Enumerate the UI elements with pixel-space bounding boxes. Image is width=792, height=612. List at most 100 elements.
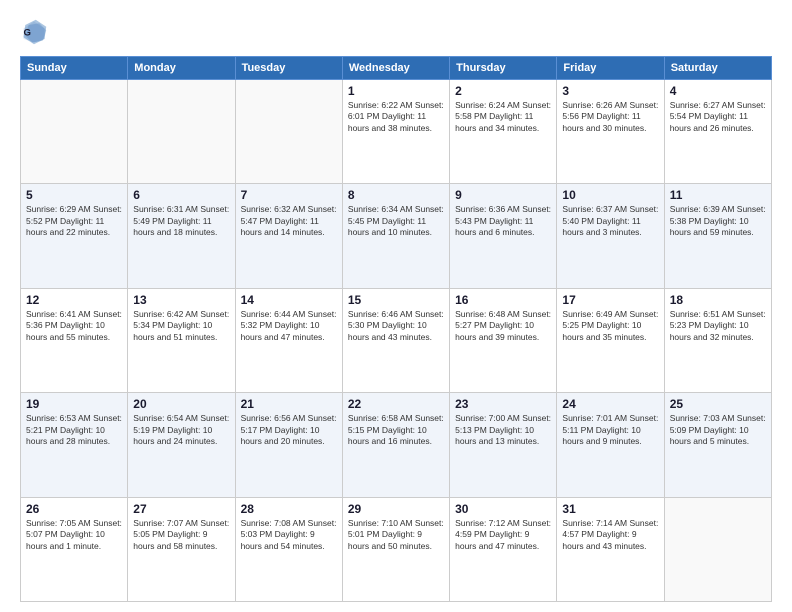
day-info: Sunrise: 7:00 AM Sunset: 5:13 PM Dayligh… <box>455 413 551 447</box>
day-number: 11 <box>670 188 766 202</box>
day-number: 20 <box>133 397 229 411</box>
calendar-cell: 16 Sunrise: 6:48 AM Sunset: 5:27 PM Dayli… <box>450 288 557 392</box>
logo-icon: G <box>20 18 48 46</box>
calendar-cell: 6Sunrise: 6:31 AM Sunset: 5:49 PM Daylig… <box>128 184 235 288</box>
day-info: Sunrise: 6:27 AM Sunset: 5:54 PM Dayligh… <box>670 100 766 134</box>
calendar-cell: 31 Sunrise: 7:14 AM Sunset: 4:57 PM Dayli… <box>557 497 664 601</box>
logo: G <box>20 18 52 46</box>
day-number: 2 <box>455 84 551 98</box>
calendar-week-row: 26 Sunrise: 7:05 AM Sunset: 5:07 PM Dayli… <box>21 497 772 601</box>
day-info: Sunrise: 6:31 AM Sunset: 5:49 PM Dayligh… <box>133 204 229 238</box>
day-info: Sunrise: 6:37 AM Sunset: 5:40 PM Dayligh… <box>562 204 658 238</box>
day-info: Sunrise: 6:56 AM Sunset: 5:17 PM Dayligh… <box>241 413 337 447</box>
calendar-cell: 5 Sunrise: 6:29 AM Sunset: 5:52 PM Daylig… <box>21 184 128 288</box>
weekday-header-sunday: Sunday <box>21 57 128 80</box>
calendar-cell: 1 Sunrise: 6:22 AM Sunset: 6:01 PM Daylig… <box>342 80 449 184</box>
calendar-cell: 12 Sunrise: 6:41 AM Sunset: 5:36 PM Dayli… <box>21 288 128 392</box>
day-info: Sunrise: 6:36 AM Sunset: 5:43 PM Dayligh… <box>455 204 551 238</box>
calendar-cell <box>128 80 235 184</box>
day-info: Sunrise: 7:14 AM Sunset: 4:57 PM Dayligh… <box>562 518 658 552</box>
day-number: 17 <box>562 293 658 307</box>
calendar-cell <box>21 80 128 184</box>
day-number: 26 <box>26 502 122 516</box>
calendar-cell: 4 Sunrise: 6:27 AM Sunset: 5:54 PM Daylig… <box>664 80 771 184</box>
day-number: 30 <box>455 502 551 516</box>
weekday-header-friday: Friday <box>557 57 664 80</box>
day-number: 12 <box>26 293 122 307</box>
calendar-cell: 28Sunrise: 7:08 AM Sunset: 5:03 PM Dayli… <box>235 497 342 601</box>
calendar-cell: 7Sunrise: 6:32 AM Sunset: 5:47 PM Daylig… <box>235 184 342 288</box>
calendar-cell: 20 Sunrise: 6:54 AM Sunset: 5:19 PM Dayli… <box>128 393 235 497</box>
day-info: Sunrise: 6:29 AM Sunset: 5:52 PM Dayligh… <box>26 204 122 238</box>
day-number: 4 <box>670 84 766 98</box>
calendar-cell: 30 Sunrise: 7:12 AM Sunset: 4:59 PM Dayli… <box>450 497 557 601</box>
page: G SundayMondayTuesdayWednesdayThursdayFr… <box>0 0 792 612</box>
day-info: Sunrise: 6:22 AM Sunset: 6:01 PM Dayligh… <box>348 100 444 134</box>
day-info: Sunrise: 6:58 AM Sunset: 5:15 PM Dayligh… <box>348 413 444 447</box>
day-number: 16 <box>455 293 551 307</box>
calendar-week-row: 19 Sunrise: 6:53 AM Sunset: 5:21 PM Dayli… <box>21 393 772 497</box>
calendar-week-row: 12 Sunrise: 6:41 AM Sunset: 5:36 PM Dayli… <box>21 288 772 392</box>
calendar-week-row: 5 Sunrise: 6:29 AM Sunset: 5:52 PM Daylig… <box>21 184 772 288</box>
day-info: Sunrise: 7:10 AM Sunset: 5:01 PM Dayligh… <box>348 518 444 552</box>
calendar-cell: 29 Sunrise: 7:10 AM Sunset: 5:01 PM Dayli… <box>342 497 449 601</box>
calendar-cell: 15Sunrise: 6:46 AM Sunset: 5:30 PM Dayli… <box>342 288 449 392</box>
day-info: Sunrise: 6:26 AM Sunset: 5:56 PM Dayligh… <box>562 100 658 134</box>
header: G <box>20 18 772 46</box>
calendar-cell: 11 Sunrise: 6:39 AM Sunset: 5:38 PM Dayli… <box>664 184 771 288</box>
day-info: Sunrise: 6:24 AM Sunset: 5:58 PM Dayligh… <box>455 100 551 134</box>
day-number: 23 <box>455 397 551 411</box>
day-info: Sunrise: 6:54 AM Sunset: 5:19 PM Dayligh… <box>133 413 229 447</box>
day-info: Sunrise: 6:41 AM Sunset: 5:36 PM Dayligh… <box>26 309 122 343</box>
weekday-header-saturday: Saturday <box>664 57 771 80</box>
calendar-cell: 18 Sunrise: 6:51 AM Sunset: 5:23 PM Dayli… <box>664 288 771 392</box>
day-number: 25 <box>670 397 766 411</box>
calendar-cell: 19 Sunrise: 6:53 AM Sunset: 5:21 PM Dayli… <box>21 393 128 497</box>
calendar-cell: 22 Sunrise: 6:58 AM Sunset: 5:15 PM Dayli… <box>342 393 449 497</box>
day-info: Sunrise: 6:51 AM Sunset: 5:23 PM Dayligh… <box>670 309 766 343</box>
calendar-cell: 2 Sunrise: 6:24 AM Sunset: 5:58 PM Daylig… <box>450 80 557 184</box>
calendar-cell <box>664 497 771 601</box>
svg-text:G: G <box>24 28 31 39</box>
weekday-header-wednesday: Wednesday <box>342 57 449 80</box>
day-info: Sunrise: 7:01 AM Sunset: 5:11 PM Dayligh… <box>562 413 658 447</box>
day-number: 21 <box>241 397 337 411</box>
calendar-cell: 26 Sunrise: 7:05 AM Sunset: 5:07 PM Dayli… <box>21 497 128 601</box>
day-info: Sunrise: 6:53 AM Sunset: 5:21 PM Dayligh… <box>26 413 122 447</box>
day-number: 10 <box>562 188 658 202</box>
weekday-header-tuesday: Tuesday <box>235 57 342 80</box>
calendar-cell: 8 Sunrise: 6:34 AM Sunset: 5:45 PM Daylig… <box>342 184 449 288</box>
day-number: 18 <box>670 293 766 307</box>
day-number: 24 <box>562 397 658 411</box>
day-number: 29 <box>348 502 444 516</box>
day-info: Sunrise: 6:44 AM Sunset: 5:32 PM Dayligh… <box>241 309 337 343</box>
day-number: 8 <box>348 188 444 202</box>
day-info: Sunrise: 7:05 AM Sunset: 5:07 PM Dayligh… <box>26 518 122 552</box>
weekday-header-monday: Monday <box>128 57 235 80</box>
weekday-header-row: SundayMondayTuesdayWednesdayThursdayFrid… <box>21 57 772 80</box>
calendar-cell: 13Sunrise: 6:42 AM Sunset: 5:34 PM Dayli… <box>128 288 235 392</box>
calendar-cell: 3Sunrise: 6:26 AM Sunset: 5:56 PM Daylig… <box>557 80 664 184</box>
day-number: 28 <box>241 502 337 516</box>
day-number: 5 <box>26 188 122 202</box>
calendar-table: SundayMondayTuesdayWednesdayThursdayFrid… <box>20 56 772 602</box>
day-info: Sunrise: 7:07 AM Sunset: 5:05 PM Dayligh… <box>133 518 229 552</box>
calendar-cell: 27Sunrise: 7:07 AM Sunset: 5:05 PM Dayli… <box>128 497 235 601</box>
day-info: Sunrise: 7:03 AM Sunset: 5:09 PM Dayligh… <box>670 413 766 447</box>
day-number: 1 <box>348 84 444 98</box>
calendar-cell <box>235 80 342 184</box>
day-info: Sunrise: 6:34 AM Sunset: 5:45 PM Dayligh… <box>348 204 444 238</box>
day-info: Sunrise: 6:48 AM Sunset: 5:27 PM Dayligh… <box>455 309 551 343</box>
calendar-cell: 21 Sunrise: 6:56 AM Sunset: 5:17 PM Dayli… <box>235 393 342 497</box>
day-number: 19 <box>26 397 122 411</box>
calendar-cell: 10 Sunrise: 6:37 AM Sunset: 5:40 PM Dayli… <box>557 184 664 288</box>
day-number: 15 <box>348 293 444 307</box>
day-number: 22 <box>348 397 444 411</box>
weekday-header-thursday: Thursday <box>450 57 557 80</box>
day-info: Sunrise: 7:12 AM Sunset: 4:59 PM Dayligh… <box>455 518 551 552</box>
calendar-cell: 9Sunrise: 6:36 AM Sunset: 5:43 PM Daylig… <box>450 184 557 288</box>
day-number: 31 <box>562 502 658 516</box>
day-info: Sunrise: 6:39 AM Sunset: 5:38 PM Dayligh… <box>670 204 766 238</box>
calendar-week-row: 1 Sunrise: 6:22 AM Sunset: 6:01 PM Daylig… <box>21 80 772 184</box>
calendar-cell: 25 Sunrise: 7:03 AM Sunset: 5:09 PM Dayli… <box>664 393 771 497</box>
